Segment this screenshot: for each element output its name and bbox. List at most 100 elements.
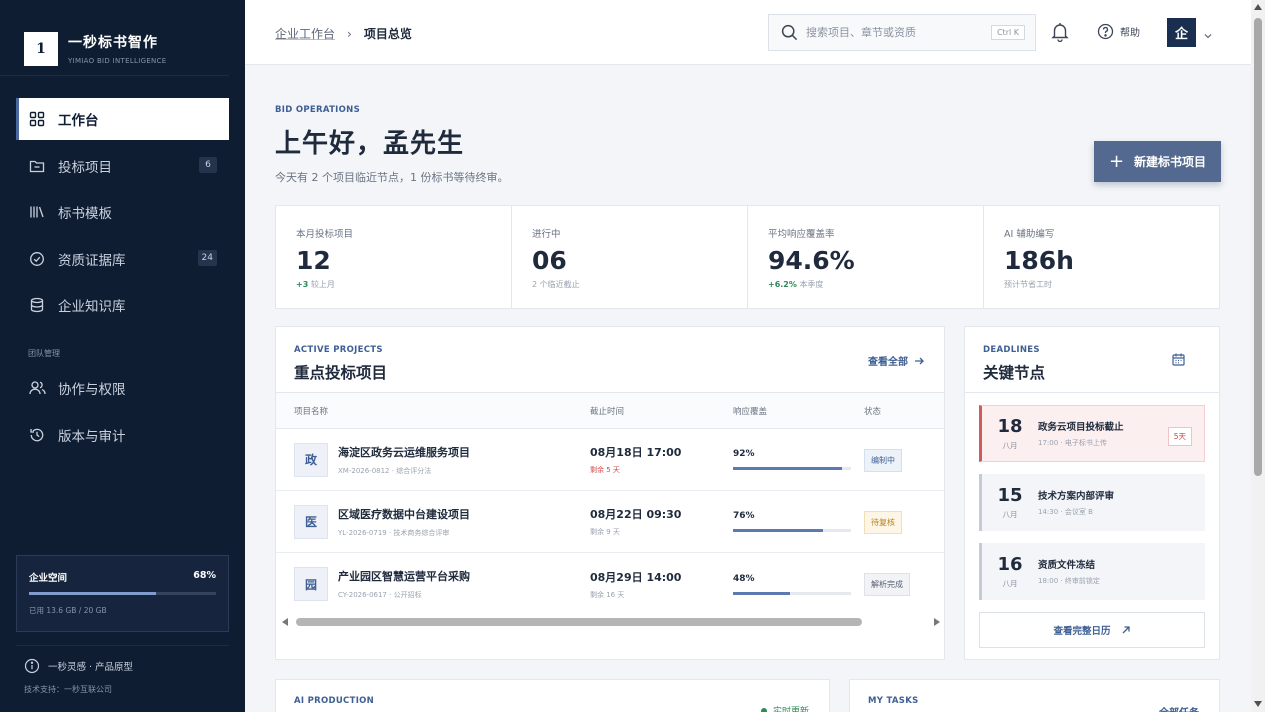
nav-label: 版本与审计 — [58, 428, 126, 445]
storage-panel: 企业空间 68% 已用 13.6 GB / 20 GB — [16, 555, 229, 632]
nav-item-qualifications[interactable]: 资质证据库 24 — [16, 238, 229, 280]
stat-card: 平均响应覆盖率 94.6% +6.2% 本季度 — [748, 206, 984, 308]
nav-count-badge: 6 — [199, 156, 217, 173]
avatar[interactable]: 企 — [1167, 18, 1196, 47]
deadline-title: 政务云项目投标截止 — [1038, 422, 1124, 433]
breadcrumb-parent[interactable]: 企业工作台 — [275, 25, 335, 42]
stat-label: AI 辅助编写 — [1004, 229, 1055, 240]
check-circle-icon — [28, 250, 46, 268]
search-input[interactable] — [806, 26, 986, 39]
table-row[interactable]: 园 产业园区智慧运营平台采购 CY-2026-0617 · 公开招标 08月29… — [276, 553, 944, 615]
coverage-bar-fill — [733, 591, 790, 595]
stat-label: 本月投标项目 — [296, 229, 354, 240]
stat-note: 预计节省工时 — [1004, 280, 1052, 289]
users-icon — [28, 379, 46, 397]
status-badge: 解析完成 — [864, 573, 910, 596]
storage-bar — [29, 592, 216, 595]
stat-value: 94.6% — [768, 246, 855, 275]
nav-item-workbench[interactable]: 工作台 — [16, 98, 229, 140]
search-box[interactable]: Ctrl K — [768, 14, 1036, 51]
live-status: 实时更新 — [760, 704, 809, 712]
deadline-month: 八月 — [1002, 579, 1018, 588]
time-remaining: 剩余 5 天 — [590, 466, 620, 474]
product-label: 一秒灵感 · 产品原型 — [48, 662, 134, 673]
table-row[interactable]: 政 海淀区政务云运维服务项目 XM-2026-0812 · 综合评分法 08月1… — [276, 429, 944, 491]
brand[interactable]: 1 一秒标书智作 YIMIAO BID INTELLIGENCE — [0, 0, 229, 76]
projects-title: 重点投标项目 — [294, 364, 388, 382]
my-tasks-card: MY TASKS 全部任务 — [849, 679, 1220, 712]
chevron-down-icon[interactable] — [1203, 26, 1213, 45]
stat-label: 进行中 — [532, 229, 561, 240]
table-header: 项目名称 截止时间 响应覆盖 状态 — [276, 393, 944, 429]
column-header: 状态 — [864, 406, 882, 417]
project-meta: CY-2026-0617 · 公开招标 — [338, 591, 422, 599]
support-text: 技术支持：一秒互联公司 — [24, 685, 112, 694]
scroll-up-arrow-icon[interactable] — [1254, 4, 1262, 10]
breadcrumb-current: 项目总览 — [363, 27, 412, 41]
deadline-title: 技术方案内部评审 — [1038, 491, 1115, 502]
scroll-down-arrow-icon[interactable] — [1254, 701, 1262, 707]
scroll-right-arrow-icon[interactable] — [934, 618, 940, 626]
help-button[interactable]: 帮助 — [1097, 23, 1140, 40]
database-icon — [28, 296, 46, 314]
project-name[interactable]: 产业园区智慧运营平台采购 — [338, 568, 470, 584]
scroll-left-arrow-icon[interactable] — [282, 618, 288, 626]
coverage-percent: 92% — [733, 449, 755, 459]
nav-item-audit[interactable]: 版本与审计 — [16, 414, 229, 456]
plus-icon: + — [1108, 151, 1125, 172]
horizontal-scrollbar-thumb[interactable] — [296, 618, 862, 626]
table-row[interactable]: 医 区域医疗数据中台建设项目 YL-2026-0719 · 技术商务综合评审 0… — [276, 491, 944, 553]
search-icon — [781, 24, 798, 41]
project-badge: 医 — [294, 504, 328, 539]
deadline-item[interactable]: 18 八月 政务云项目投标截止 17:00 · 电子标书上传 5天 — [979, 405, 1205, 462]
deadline-detail: 14:30 · 会议室 B — [1038, 508, 1093, 516]
nav-item-knowledge-base[interactable]: 企业知识库 — [16, 284, 229, 326]
nav-item-permissions[interactable]: 协作与权限 — [16, 367, 229, 409]
coverage-percent: 48% — [733, 573, 755, 584]
grid-icon — [28, 110, 46, 128]
deadline-title: 资质文件冻结 — [1038, 560, 1096, 571]
deadline-time: 08月29日 14:00 — [590, 570, 682, 584]
scrollbar-thumb[interactable] — [1254, 18, 1262, 476]
hero-subtitle: 今天有 2 个项目临近节点，1 份标书等待终审。 — [275, 171, 509, 184]
calendar-icon[interactable] — [1172, 351, 1185, 370]
column-header: 项目名称 — [294, 406, 329, 417]
nav-item-bid-projects[interactable]: 投标项目 6 — [16, 145, 229, 187]
ai-production-card: AI PRODUCTION 实时更新 — [275, 679, 830, 712]
help-label: 帮助 — [1120, 28, 1140, 39]
stat-value: 12 — [296, 246, 331, 275]
table-horizontal-scrollbar[interactable] — [282, 616, 940, 628]
project-name[interactable]: 海淀区政务云运维服务项目 — [338, 444, 470, 460]
nav-section-label: 团队管理 — [28, 349, 60, 358]
page-title: 上午好，孟先生 — [275, 129, 465, 159]
deadline-item[interactable]: 15 八月 技术方案内部评审 14:30 · 会议室 B — [979, 474, 1205, 531]
nav-item-templates[interactable]: 标书模板 — [16, 191, 229, 233]
stat-label: 平均响应覆盖率 — [768, 229, 835, 240]
brand-logo: 1 — [24, 31, 58, 66]
time-remaining: 剩余 16 天 — [590, 590, 625, 599]
storage-used: 已用 13.6 GB / 20 GB — [29, 606, 107, 615]
brand-subtitle: YIMIAO BID INTELLIGENCE — [68, 57, 167, 65]
help-icon — [1097, 23, 1114, 40]
storage-percent: 68% — [193, 570, 216, 581]
page-scrollbar[interactable] — [1251, 0, 1265, 712]
time-remaining: 剩余 9 天 — [590, 528, 620, 536]
coverage-bar-fill — [733, 467, 842, 470]
project-name[interactable]: 区域医疗数据中台建设项目 — [338, 506, 470, 522]
deadline-month: 八月 — [1002, 510, 1018, 519]
stat-card: AI 辅助编写 186h 预计节省工时 — [984, 206, 1219, 308]
sidebar-footer: 一秒灵感 · 产品原型 技术支持：一秒互联公司 — [16, 645, 229, 695]
deadlines-card: DEADLINES 关键节点 18 八月 政务云项目投标截止 17:00 · 电… — [964, 326, 1220, 660]
stat-note: 本季度 — [799, 280, 824, 289]
view-calendar-button[interactable]: 查看完整日历 — [979, 612, 1205, 648]
deadline-item[interactable]: 16 八月 资质文件冻结 18:00 · 终审前锁定 — [979, 543, 1205, 600]
all-tasks-link[interactable]: 全部任务 — [1159, 704, 1199, 712]
new-bid-project-button[interactable]: + 新建标书项目 — [1094, 141, 1221, 182]
stat-note: 较上月 — [310, 280, 335, 289]
view-all-link[interactable]: 查看全部 — [868, 353, 924, 368]
history-icon — [28, 426, 46, 444]
bell-icon[interactable] — [1051, 22, 1069, 46]
deadline-detail: 18:00 · 终审前锁定 — [1038, 577, 1100, 585]
hero: BID OPERATIONS 上午好，孟先生 今天有 2 个项目临近节点，1 份… — [275, 105, 509, 185]
coverage-bar — [733, 529, 851, 532]
